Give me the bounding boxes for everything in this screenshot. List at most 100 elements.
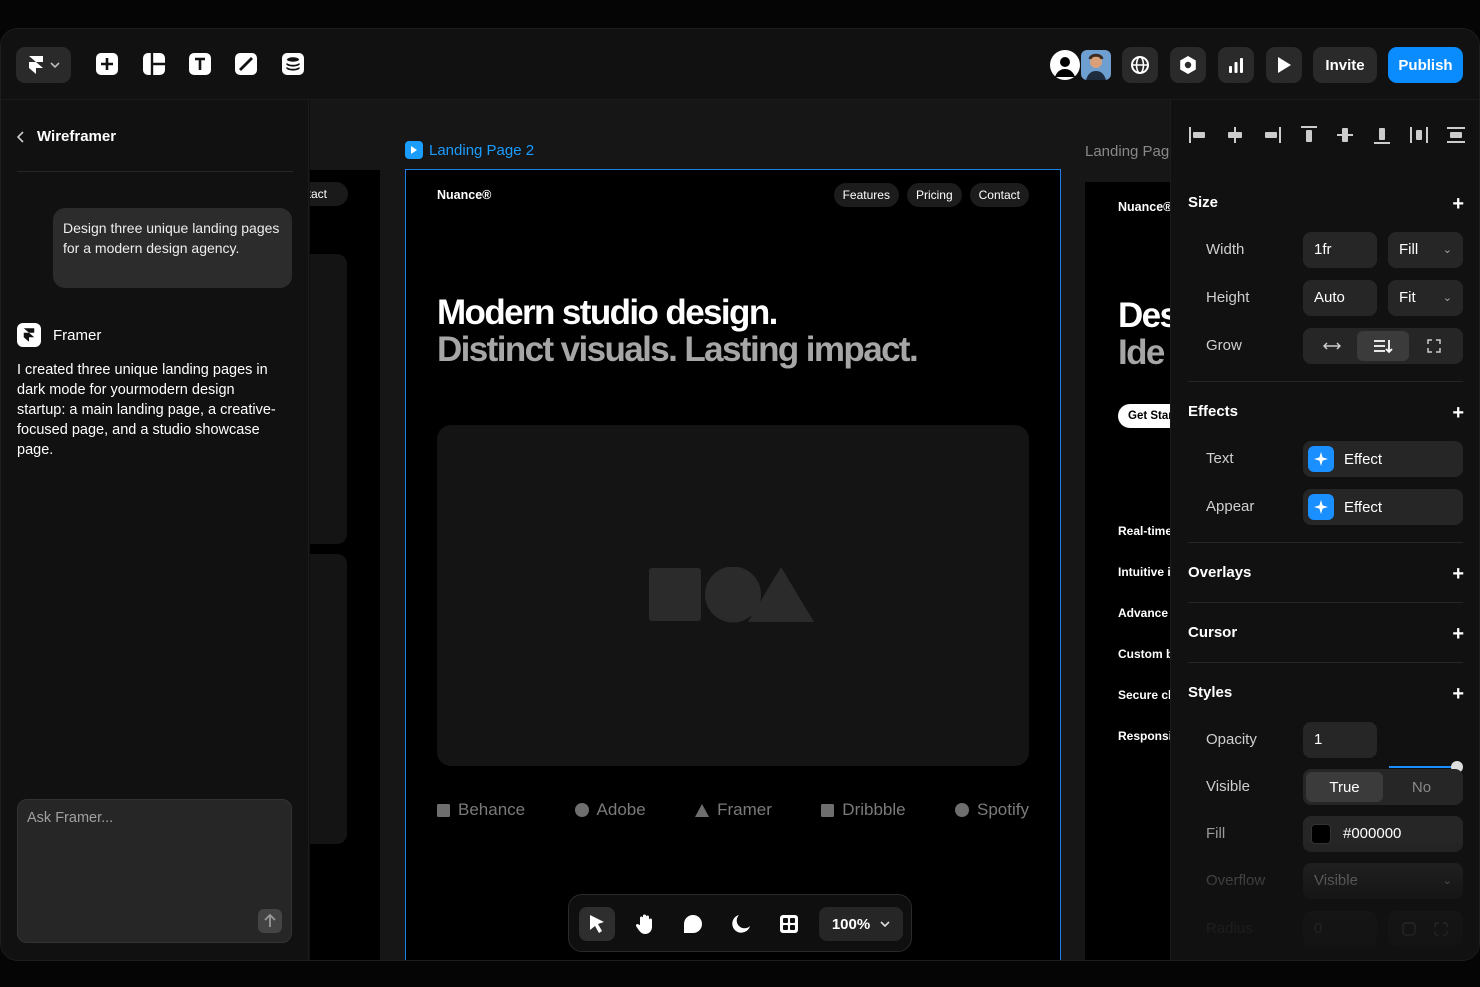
circle-icon xyxy=(574,803,589,817)
list-item: Advance xyxy=(1118,606,1169,620)
align-top-icon[interactable] xyxy=(1298,124,1320,146)
preview-button[interactable] xyxy=(1266,47,1302,83)
add-overlay-button[interactable]: + xyxy=(1452,564,1464,584)
grow-vertical-option[interactable] xyxy=(1357,331,1409,361)
site-brand: Nuance® xyxy=(1118,200,1170,214)
user-avatar[interactable] xyxy=(1047,47,1083,83)
cursor-icon xyxy=(590,915,604,933)
fill-color-swatch xyxy=(1311,824,1331,844)
landing-page-1-frame[interactable]: ntact xyxy=(310,170,380,960)
settings-button[interactable] xyxy=(1170,47,1206,83)
list-item: Custom b xyxy=(1118,647,1170,661)
height-mode-value: Fit xyxy=(1399,289,1416,306)
grow-both-option[interactable] xyxy=(1409,331,1460,361)
person-icon xyxy=(1050,50,1080,80)
publish-button[interactable]: Publish xyxy=(1388,47,1463,83)
site-settings-button[interactable] xyxy=(1122,47,1158,83)
landing-page-3-frame[interactable]: Nuance® Des Ide Get Star Real-time Intui… xyxy=(1085,182,1170,960)
grow-horizontal-option[interactable] xyxy=(1306,331,1357,361)
align-bottom-icon[interactable] xyxy=(1371,124,1393,146)
vector-tool-button[interactable] xyxy=(233,51,259,77)
radius-mode-toggle[interactable] xyxy=(1388,911,1463,947)
opacity-input[interactable]: 1 xyxy=(1303,722,1377,758)
send-button[interactable] xyxy=(258,909,282,933)
select-tool[interactable] xyxy=(579,907,615,941)
fill-color-field[interactable]: #000000 xyxy=(1303,816,1463,852)
divider xyxy=(1188,542,1463,543)
arrow-up-icon xyxy=(264,914,276,927)
width-mode-select[interactable]: Fill ⌄ xyxy=(1388,232,1463,268)
bar-chart-icon xyxy=(1229,58,1243,73)
logo-behance: Behance xyxy=(437,800,525,820)
chat-back-button[interactable]: Wireframer xyxy=(17,128,116,145)
width-input[interactable]: 1fr xyxy=(1303,232,1377,268)
logo-framer: Framer xyxy=(695,800,772,820)
text-tool-button[interactable] xyxy=(187,51,213,77)
align-left-icon[interactable] xyxy=(1187,124,1209,146)
zoom-dropdown[interactable]: 100% xyxy=(819,907,903,941)
visible-no-option[interactable]: No xyxy=(1383,772,1460,802)
headline-line-1: Des xyxy=(1118,296,1170,335)
app-window: Invite Publish Wireframer Design three u… xyxy=(0,28,1480,961)
comment-tool[interactable] xyxy=(675,907,711,941)
text-effect-field[interactable]: Effect xyxy=(1303,441,1463,477)
square-icon xyxy=(821,803,835,817)
list-item: Real-time xyxy=(1118,524,1170,538)
distribute-horizontal-icon[interactable] xyxy=(1408,124,1430,146)
grid-tool[interactable] xyxy=(771,907,807,941)
frame-label-right[interactable]: Landing Pag xyxy=(1085,143,1169,160)
radius-input[interactable]: 0 xyxy=(1303,911,1377,947)
analytics-button[interactable] xyxy=(1218,47,1254,83)
chevron-left-icon xyxy=(17,130,24,143)
landing-page-2-frame[interactable]: Nuance® Features Pricing Contact Modern … xyxy=(405,169,1061,960)
appear-effect-value: Effect xyxy=(1344,498,1383,516)
dark-mode-toggle[interactable] xyxy=(723,907,759,941)
overflow-value: Visible xyxy=(1314,872,1358,889)
nav-item-features[interactable]: Features xyxy=(833,183,899,207)
collaborator-avatar[interactable] xyxy=(1080,47,1112,83)
opacity-slider[interactable] xyxy=(1389,761,1463,773)
align-right-icon[interactable] xyxy=(1261,124,1283,146)
align-center-horizontal-icon[interactable] xyxy=(1224,124,1246,146)
hand-icon xyxy=(635,914,652,934)
overflow-select[interactable]: Visible ⌄ xyxy=(1303,863,1463,899)
shapes-placeholder-icon xyxy=(649,567,814,623)
design-canvas[interactable]: ntact Landing Page 2 Landing Pag Nuance®… xyxy=(310,100,1170,960)
gear-icon xyxy=(1180,56,1196,74)
framer-menu-button[interactable] xyxy=(16,47,71,83)
distribute-vertical-icon[interactable] xyxy=(1445,124,1467,146)
globe-icon xyxy=(1131,56,1149,74)
add-cursor-button[interactable]: + xyxy=(1452,624,1464,644)
appear-effect-field[interactable]: Effect xyxy=(1303,489,1463,525)
add-effect-button[interactable]: + xyxy=(1452,403,1464,423)
expand-icon xyxy=(1427,339,1442,353)
play-icon xyxy=(1278,57,1291,73)
radius-all-icon xyxy=(1402,922,1416,936)
list-item: Secure cl xyxy=(1118,688,1170,702)
ask-framer-input[interactable] xyxy=(27,810,277,826)
stack-down-icon xyxy=(1373,340,1393,354)
align-center-vertical-icon[interactable] xyxy=(1334,124,1356,146)
nav-item-contact[interactable]: Contact xyxy=(969,183,1029,207)
add-size-button[interactable]: + xyxy=(1452,194,1464,214)
list-item: Responsi xyxy=(1118,729,1170,743)
frame-label[interactable]: Landing Page 2 xyxy=(405,141,534,159)
site-nav: Features Pricing Contact xyxy=(833,183,1029,207)
get-started-button[interactable]: Get Star xyxy=(1118,404,1170,428)
prev-card xyxy=(310,254,347,544)
visible-true-option[interactable]: True xyxy=(1306,772,1383,802)
height-mode-select[interactable]: Fit ⌄ xyxy=(1388,280,1463,316)
moon-icon xyxy=(732,915,750,933)
add-style-button[interactable]: + xyxy=(1452,684,1464,704)
layout-button[interactable] xyxy=(141,51,167,77)
hero-headline: Des Ide xyxy=(1118,297,1170,371)
section-effects-title: Effects xyxy=(1188,403,1239,420)
insert-button[interactable] xyxy=(94,51,120,77)
hand-tool[interactable] xyxy=(627,907,663,941)
cms-button[interactable] xyxy=(280,51,306,77)
invite-button[interactable]: Invite xyxy=(1313,47,1377,83)
grow-label: Grow xyxy=(1206,337,1242,354)
nav-item-pricing[interactable]: Pricing xyxy=(906,183,962,207)
height-input[interactable]: Auto xyxy=(1303,280,1377,316)
top-toolbar: Invite Publish xyxy=(1,29,1479,100)
